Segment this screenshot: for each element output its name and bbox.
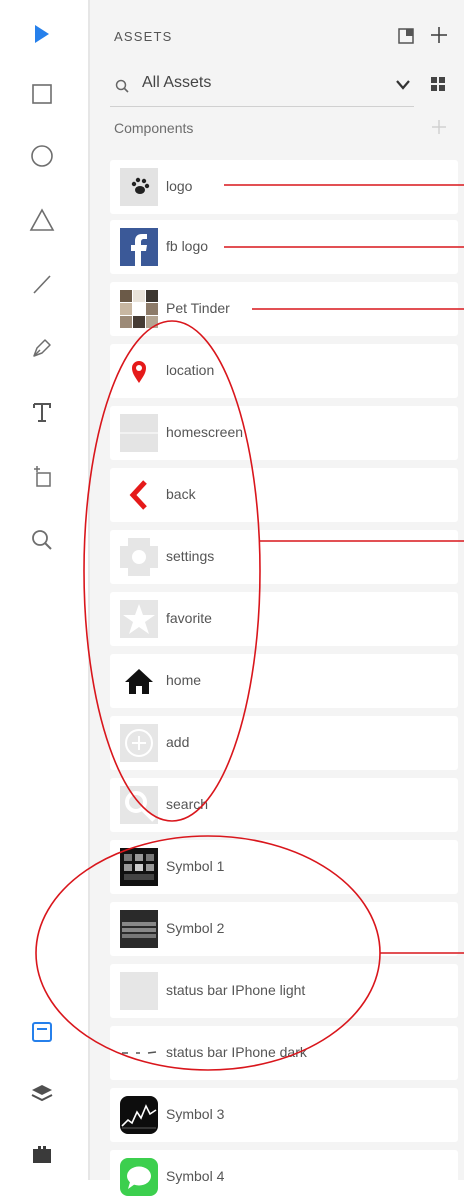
chevron-down-icon[interactable] xyxy=(394,76,412,94)
ellipse-icon[interactable] xyxy=(24,138,60,174)
component-label: status bar IPhone light xyxy=(166,982,306,998)
component-item-add[interactable]: add xyxy=(110,716,458,770)
magnifier-thumbnail xyxy=(120,786,158,824)
component-item-symbol-4[interactable]: Symbol 4 xyxy=(110,1150,458,1204)
settings-gear-thumbnail xyxy=(120,538,158,576)
keyboard-thumbnail xyxy=(120,910,158,948)
component-item-fb-logo[interactable]: fb logo xyxy=(110,220,458,274)
panel-title: ASSETS xyxy=(114,29,173,44)
component-label: Symbol 3 xyxy=(166,1106,225,1122)
pet-photo-collage-thumbnail xyxy=(120,290,158,328)
artboard-icon[interactable] xyxy=(24,458,60,494)
component-label: back xyxy=(166,486,196,502)
search-icon xyxy=(114,78,130,94)
component-label: search xyxy=(166,796,209,812)
component-item-status-bar-light[interactable]: status bar IPhone light xyxy=(110,964,458,1018)
line-icon[interactable] xyxy=(24,266,60,302)
component-label: Symbol 2 xyxy=(166,920,225,936)
component-item-logo[interactable]: logo xyxy=(110,160,458,214)
component-label: add xyxy=(166,734,190,750)
status-bar-dark-thumbnail xyxy=(120,1034,158,1072)
facebook-logo-thumbnail xyxy=(120,228,158,266)
component-item-status-bar-dark[interactable]: status bar IPhone dark xyxy=(110,1026,458,1080)
rectangle-icon[interactable] xyxy=(24,76,60,112)
stocks-app-thumbnail xyxy=(120,1096,158,1134)
messages-app-thumbnail xyxy=(120,1158,158,1196)
pen-icon[interactable] xyxy=(24,330,60,366)
component-label: Pet Tinder xyxy=(166,300,230,316)
map-pin-thumbnail xyxy=(120,352,158,390)
status-bar-light-thumbnail xyxy=(120,972,158,1010)
component-item-symbol-3[interactable]: Symbol 3 xyxy=(110,1088,458,1142)
component-label: home xyxy=(166,672,202,688)
component-item-home[interactable]: home xyxy=(110,654,458,708)
grid-view-icon[interactable] xyxy=(428,74,448,94)
asset-filter-value: All Assets xyxy=(142,74,212,91)
dark-grid-thumbnail xyxy=(120,848,158,886)
component-label: homescreen xyxy=(166,424,244,440)
component-item-back[interactable]: back xyxy=(110,468,458,522)
component-item-pet-tinder[interactable]: Pet Tinder xyxy=(110,282,458,336)
component-item-symbol-2[interactable]: Symbol 2 xyxy=(110,902,458,956)
component-label: Symbol 4 xyxy=(166,1168,225,1184)
component-label: settings xyxy=(166,548,215,564)
homescreen-thumbnail xyxy=(120,414,158,452)
text-icon[interactable] xyxy=(24,394,60,430)
component-item-settings[interactable]: settings xyxy=(110,530,458,584)
asset-search-field[interactable]: All Assets xyxy=(110,64,414,107)
add-asset-icon[interactable] xyxy=(428,24,450,46)
component-label: Symbol 1 xyxy=(166,858,225,874)
add-component-icon[interactable] xyxy=(430,118,448,136)
zoom-icon[interactable] xyxy=(24,522,60,558)
component-label: status bar IPhone dark xyxy=(166,1044,307,1060)
star-thumbnail xyxy=(120,600,158,638)
component-label: logo xyxy=(166,178,193,194)
component-item-favorite[interactable]: favorite xyxy=(110,592,458,646)
component-item-search[interactable]: search xyxy=(110,778,458,832)
open-library-icon[interactable] xyxy=(396,26,416,46)
plugins-icon[interactable] xyxy=(24,1136,60,1172)
plus-circle-thumbnail xyxy=(120,724,158,762)
assets-panel: ASSETS All Assets Components logo fb log… xyxy=(90,0,464,1204)
layers-icon[interactable] xyxy=(24,1076,60,1112)
component-item-symbol-1[interactable]: Symbol 1 xyxy=(110,840,458,894)
back-chevron-thumbnail xyxy=(120,476,158,514)
component-label: location xyxy=(166,362,215,378)
assets-panel-icon[interactable] xyxy=(24,1014,60,1050)
component-item-homescreen[interactable]: homescreen xyxy=(110,406,458,460)
component-label: favorite xyxy=(166,610,212,626)
triangle-icon[interactable] xyxy=(24,202,60,238)
logo-paw-thumbnail xyxy=(120,168,158,206)
house-thumbnail xyxy=(120,662,158,700)
component-item-location[interactable]: location xyxy=(110,344,458,398)
section-components-label: Components xyxy=(114,120,194,136)
select-arrow-icon[interactable] xyxy=(24,16,60,52)
component-label: fb logo xyxy=(166,238,209,254)
tool-bar xyxy=(0,0,90,1180)
